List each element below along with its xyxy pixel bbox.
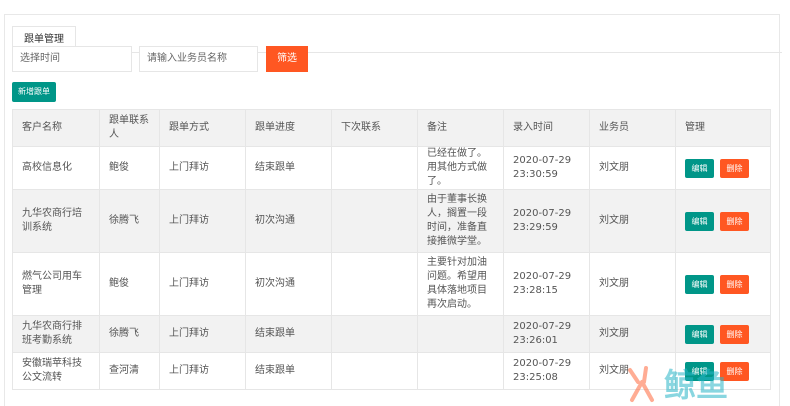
method-cell: 上门拜访 <box>159 315 246 353</box>
delete-button[interactable]: 删除 <box>720 211 749 231</box>
entry-date: 2020-07-29 <box>513 271 572 282</box>
entry-date: 2020-07-29 <box>513 155 572 166</box>
progress-cell: 结束跟单 <box>245 315 332 353</box>
actions-cell: 编辑 删除 <box>675 189 771 253</box>
entry-time-cell: 2020-07-29 23:28:15 <box>503 252 590 316</box>
column-header-note: 备注 <box>417 109 504 147</box>
method-cell: 上门拜访 <box>159 189 246 253</box>
table-row: 安徽瑞苹科技公文流转 查河清 上门拜访 结束跟单 2020-07-29 23:25… <box>12 352 771 390</box>
note-cell: 由于董事长换人，搁置一段时间，准备直接推微学堂。 <box>417 189 504 253</box>
actions-cell: 编辑 删除 <box>675 252 771 316</box>
column-header-contact: 跟单联系人 <box>99 109 160 147</box>
salesperson-cell: 刘文朋 <box>589 189 676 253</box>
entry-clock: 23:25:08 <box>513 372 558 383</box>
entry-date: 2020-07-29 <box>513 321 572 332</box>
edit-button[interactable]: 编辑 <box>685 158 714 178</box>
table-row: 九华农商行排班考勤系统 徐腾飞 上门拜访 结束跟单 2020-07-29 23:2… <box>12 315 771 353</box>
edit-button[interactable]: 编辑 <box>685 361 714 381</box>
salesperson-name-input[interactable]: 请输入业务员名称 <box>139 46 258 72</box>
column-header-method: 跟单方式 <box>159 109 246 147</box>
next-contact-cell <box>331 315 418 353</box>
entry-time-cell: 2020-07-29 23:26:01 <box>503 315 590 353</box>
note-cell: 已经在做了。用其他方式做了。 <box>417 146 504 190</box>
salesperson-cell: 刘文朋 <box>589 352 676 390</box>
note-cell <box>417 352 504 390</box>
follow-up-table: 客户名称 跟单联系人 跟单方式 跟单进度 下次联系 备注 录入时间 业务员 管理… <box>12 109 771 390</box>
salesperson-cell: 刘文朋 <box>589 146 676 190</box>
progress-cell: 初次沟通 <box>245 252 332 316</box>
next-contact-cell <box>331 146 418 190</box>
entry-time-cell: 2020-07-29 23:29:59 <box>503 189 590 253</box>
salesperson-cell: 刘文朋 <box>589 252 676 316</box>
contact-cell: 徐腾飞 <box>99 189 160 253</box>
column-header-entry-time: 录入时间 <box>503 109 590 147</box>
entry-clock: 23:30:59 <box>513 169 558 180</box>
contact-cell: 鲍俊 <box>99 252 160 316</box>
note-cell <box>417 315 504 353</box>
table-row: 九华农商行培训系统 徐腾飞 上门拜访 初次沟通 由于董事长换人，搁置一段时间，准… <box>12 189 771 253</box>
actions-cell: 编辑 删除 <box>675 146 771 190</box>
edit-button[interactable]: 编辑 <box>685 211 714 231</box>
actions-cell: 编辑 删除 <box>675 352 771 390</box>
contact-cell: 徐腾飞 <box>99 315 160 353</box>
customer-link[interactable]: 九华农商行排班考勤系统 <box>12 315 100 353</box>
edit-button[interactable]: 编辑 <box>685 324 714 344</box>
next-contact-cell <box>331 252 418 316</box>
customer-link[interactable]: 九华农商行培训系统 <box>12 189 100 253</box>
edit-button[interactable]: 编辑 <box>685 274 714 294</box>
entry-time-cell: 2020-07-29 23:25:08 <box>503 352 590 390</box>
entry-date: 2020-07-29 <box>513 208 572 219</box>
entry-clock: 23:26:01 <box>513 335 558 346</box>
progress-cell: 结束跟单 <box>245 146 332 190</box>
entry-clock: 23:29:59 <box>513 222 558 233</box>
delete-button[interactable]: 删除 <box>720 274 749 294</box>
column-header-next-contact: 下次联系 <box>331 109 418 147</box>
entry-time-cell: 2020-07-29 23:30:59 <box>503 146 590 190</box>
customer-link[interactable]: 高校信息化 <box>12 146 100 190</box>
column-header-salesperson: 业务员 <box>589 109 676 147</box>
filter-button[interactable]: 筛选 <box>266 46 308 72</box>
method-cell: 上门拜访 <box>159 352 246 390</box>
delete-button[interactable]: 删除 <box>720 324 749 344</box>
delete-button[interactable]: 删除 <box>720 158 749 178</box>
next-contact-cell <box>331 189 418 253</box>
contact-cell: 查河清 <box>99 352 160 390</box>
add-follow-up-button[interactable]: 新增跟单 <box>12 82 56 102</box>
method-cell: 上门拜访 <box>159 252 246 316</box>
column-header-actions: 管理 <box>675 109 771 147</box>
table-row: 燃气公司用车管理 鲍俊 上门拜访 初次沟通 主要针对加油问题。希望用具体落地项目… <box>12 252 771 316</box>
entry-date: 2020-07-29 <box>513 358 572 369</box>
column-header-progress: 跟单进度 <box>245 109 332 147</box>
next-contact-cell <box>331 352 418 390</box>
method-cell: 上门拜访 <box>159 146 246 190</box>
table-row: 高校信息化 鲍俊 上门拜访 结束跟单 已经在做了。用其他方式做了。 2020-0… <box>12 146 771 190</box>
table-header-row: 客户名称 跟单联系人 跟单方式 跟单进度 下次联系 备注 录入时间 业务员 管理 <box>12 109 771 147</box>
progress-cell: 初次沟通 <box>245 189 332 253</box>
contact-cell: 鲍俊 <box>99 146 160 190</box>
customer-link[interactable]: 燃气公司用车管理 <box>12 252 100 316</box>
time-picker-input[interactable]: 选择时间 <box>12 46 132 72</box>
progress-cell: 结束跟单 <box>245 352 332 390</box>
note-cell: 主要针对加油问题。希望用具体落地项目再次启动。 <box>417 252 504 316</box>
column-header-customer: 客户名称 <box>12 109 100 147</box>
salesperson-cell: 刘文朋 <box>589 315 676 353</box>
delete-button[interactable]: 删除 <box>720 361 749 381</box>
customer-link[interactable]: 安徽瑞苹科技公文流转 <box>12 352 100 390</box>
entry-clock: 23:28:15 <box>513 285 558 296</box>
actions-cell: 编辑 删除 <box>675 315 771 353</box>
